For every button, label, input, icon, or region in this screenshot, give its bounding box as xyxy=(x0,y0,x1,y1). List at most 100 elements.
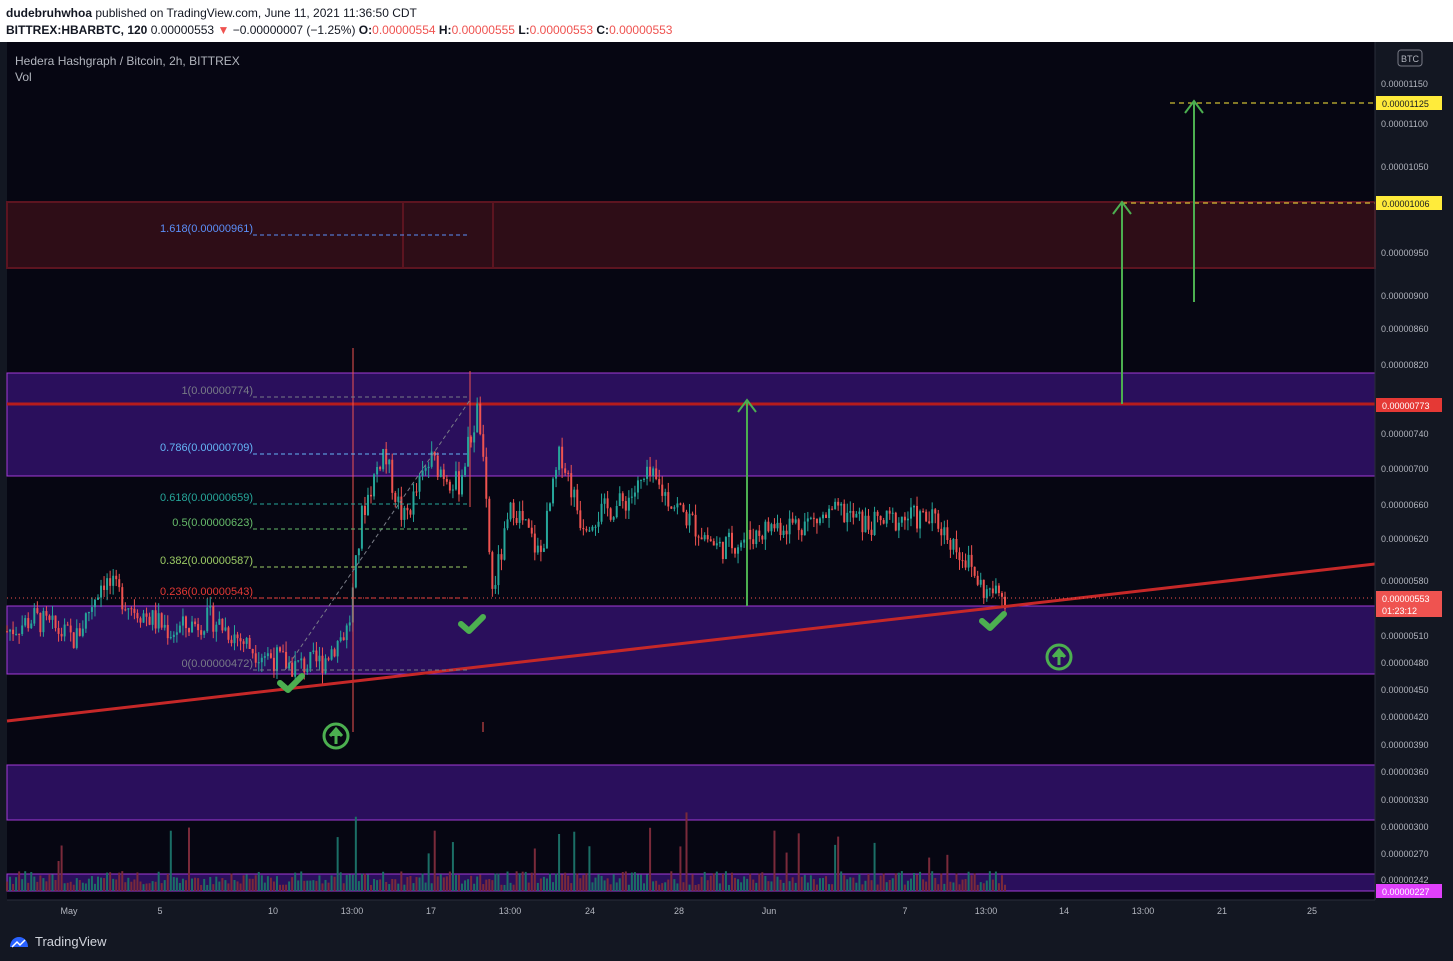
volume-bar xyxy=(303,880,306,891)
volume-bar xyxy=(288,881,291,891)
candle-body xyxy=(72,632,75,648)
volume-bar xyxy=(588,846,591,891)
volume-bar xyxy=(621,872,624,891)
volume-bar xyxy=(746,878,749,891)
volume-bar xyxy=(937,884,940,891)
target-mid-label: 0.00001006 xyxy=(1382,199,1430,209)
volume-bar xyxy=(891,878,894,891)
candle-body xyxy=(370,494,373,497)
purple-zone-lower xyxy=(6,764,1376,821)
volume-bar xyxy=(106,872,109,891)
candle-body xyxy=(782,530,785,536)
volume-bar xyxy=(6,881,8,891)
tradingview-brand[interactable]: TradingView xyxy=(8,934,107,949)
volume-bar xyxy=(188,827,191,891)
candle-body xyxy=(545,510,548,549)
candle-body xyxy=(448,481,451,491)
volume-bar xyxy=(312,880,315,891)
time-tick: 13:00 xyxy=(341,906,364,916)
candle-body xyxy=(852,510,855,518)
volume-bar xyxy=(600,875,603,891)
candle-body xyxy=(922,511,925,513)
volume-bar xyxy=(69,881,72,891)
candle-body xyxy=(994,585,997,594)
volume-bar xyxy=(749,873,752,891)
candle-body xyxy=(181,616,184,626)
candle-body xyxy=(142,613,145,623)
price-tick: 0.00000510 xyxy=(1381,631,1429,641)
volume-bar xyxy=(178,883,181,891)
volume-bar xyxy=(633,872,636,891)
volume-bar xyxy=(163,880,166,891)
candle-body xyxy=(266,653,269,657)
candle-body xyxy=(373,474,376,497)
volume-bar xyxy=(682,882,685,891)
candle-body xyxy=(567,472,570,474)
candle-body xyxy=(643,478,646,480)
volume-bar xyxy=(646,874,649,891)
change-value: −0.00000007 (−1.25%) xyxy=(232,23,356,37)
price-tick: 0.00000360 xyxy=(1381,767,1429,777)
volume-bar xyxy=(828,884,831,891)
volume-bar xyxy=(145,883,148,891)
candle-body xyxy=(664,492,667,496)
candle-body xyxy=(767,521,770,532)
candle-body xyxy=(172,634,175,638)
candle-body xyxy=(709,539,712,542)
candle-body xyxy=(900,516,903,523)
price-tick: 0.00000420 xyxy=(1381,712,1429,722)
candle-body xyxy=(467,436,470,467)
price-chart[interactable]: 1.618(0.00000961) 1(0.00000774) 0.786(0.00… xyxy=(0,42,1453,925)
candle-body xyxy=(633,492,636,497)
candle-body xyxy=(673,507,676,509)
volume-bar xyxy=(391,878,394,891)
volume-bar xyxy=(485,879,488,891)
candle-body xyxy=(66,624,69,626)
candle-body xyxy=(579,510,582,528)
candle-body xyxy=(506,519,509,529)
candle-body xyxy=(406,507,409,511)
volume-bar xyxy=(825,876,828,891)
candle-body xyxy=(336,640,339,657)
volume-bar xyxy=(536,882,539,891)
candle-body xyxy=(436,455,439,477)
volume-bar xyxy=(406,877,409,891)
volume-bar xyxy=(33,876,36,891)
price-tick: 0.00001150 xyxy=(1381,79,1428,89)
candle-body xyxy=(812,517,815,519)
candle-body xyxy=(518,510,521,523)
volume-bar xyxy=(973,873,976,891)
volume-bar xyxy=(175,877,178,891)
volume-bar xyxy=(412,883,415,891)
volume-bar xyxy=(236,881,239,891)
candle-body xyxy=(360,505,363,549)
candle-body xyxy=(658,479,661,485)
volume-bar xyxy=(627,884,630,891)
candle-body xyxy=(427,466,430,469)
candle-body xyxy=(354,555,357,588)
candle-body xyxy=(342,637,345,641)
author-name[interactable]: dudebruhwhoa xyxy=(6,6,92,20)
candle-body xyxy=(163,624,166,628)
volume-bar xyxy=(691,874,694,891)
candle-body xyxy=(324,658,327,674)
volume-bar xyxy=(861,884,864,891)
volume-bar xyxy=(15,877,18,891)
candle-body xyxy=(24,618,27,626)
candle-body xyxy=(737,547,740,554)
volume-bar xyxy=(809,875,812,891)
candle-body xyxy=(42,611,45,633)
time-tick: May xyxy=(60,906,78,916)
volume-bar xyxy=(491,880,494,891)
candle-body xyxy=(809,517,812,519)
candle-body xyxy=(6,631,8,633)
candle-body xyxy=(203,631,206,635)
candle-body xyxy=(312,650,315,652)
volume-bar xyxy=(84,883,87,891)
volume-bar xyxy=(712,873,715,891)
candle-body xyxy=(103,585,106,590)
price-tick: 0.00000900 xyxy=(1381,291,1429,301)
volume-bar xyxy=(321,883,324,891)
candle-body xyxy=(93,599,96,608)
candle-body xyxy=(382,448,385,470)
